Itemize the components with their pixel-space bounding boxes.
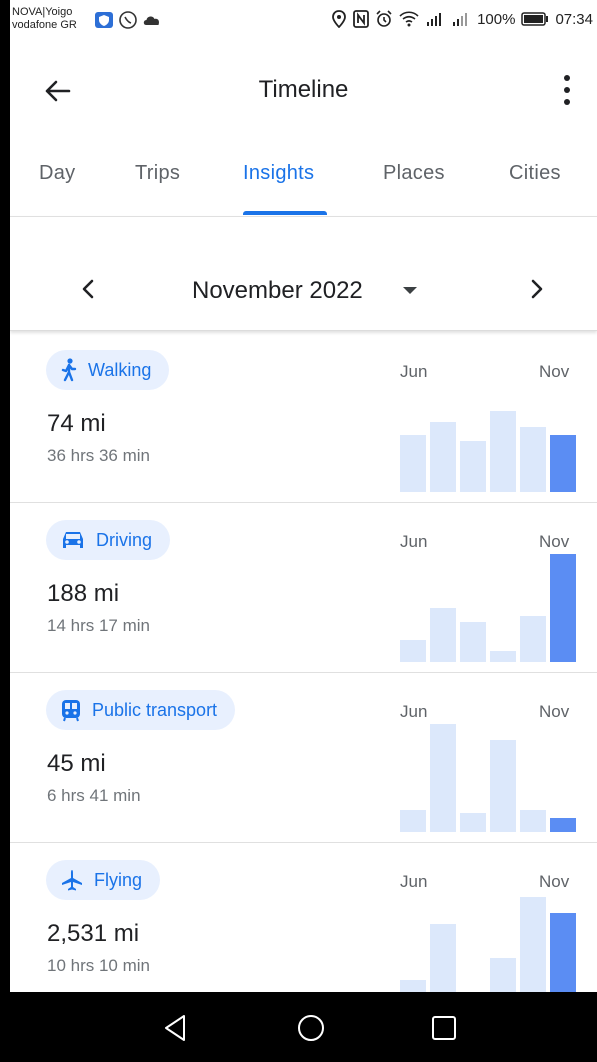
chart-end-label: Nov (539, 702, 570, 721)
month-label[interactable]: November 2022 (192, 277, 363, 305)
shield-icon (95, 12, 113, 28)
chart-bar-nov (550, 434, 576, 492)
recents-square-icon[interactable] (428, 1012, 460, 1044)
carrier-line-1: NOVA|Yoigo (12, 6, 73, 18)
cloud-icon (143, 16, 160, 25)
activity-card-walking[interactable]: Walking 74 mi 36 hrs 36 min Jun Nov (10, 332, 597, 503)
activity-duration: 6 hrs 41 min (47, 786, 141, 805)
tab-cities[interactable]: Cities (509, 162, 561, 185)
chart-bar-sep (490, 740, 516, 832)
chart-start-label: Jun (400, 872, 428, 891)
chart-bar-jun (400, 640, 426, 662)
phone-screen: NOVA|Yoigo vodafone GR 100% 07:34 Timeli… (10, 0, 597, 1062)
chart-bar-jul (430, 724, 456, 832)
signal-icon (427, 13, 442, 26)
chart-bar-oct (520, 810, 546, 832)
notification-icons (94, 10, 162, 30)
chart-bar-aug (460, 812, 486, 832)
nfc-icon (353, 10, 369, 28)
carrier-info: NOVA|Yoigo vodafone GR (12, 6, 77, 32)
chart-end-label: Nov (539, 362, 570, 381)
tab-places[interactable]: Places (383, 162, 445, 185)
chart-bar-jul (430, 924, 456, 1002)
chart-bar-jul (430, 608, 456, 662)
car-icon (63, 532, 83, 548)
airplane-icon (62, 870, 82, 891)
tab-bar: Day Trips Insights Places Cities (10, 142, 597, 217)
tab-day[interactable]: Day (39, 162, 75, 185)
activity-distance: 188 mi (47, 580, 120, 607)
activity-duration: 10 hrs 10 min (47, 956, 150, 975)
viber-icon (119, 11, 137, 29)
chart-bar-oct (520, 615, 546, 662)
monthly-bar-chart (400, 720, 576, 832)
walking-icon (61, 358, 77, 382)
activity-chip[interactable]: Walking (46, 350, 170, 390)
chart-bar-sep (490, 651, 516, 662)
app-bar: Timeline (10, 42, 597, 138)
month-selector: November 2022 (10, 216, 597, 331)
chart-bar-aug (460, 441, 486, 492)
more-vert-icon[interactable] (561, 72, 573, 108)
activity-distance: 2,531 mi (47, 920, 140, 947)
activity-card-public-transport[interactable]: Public transport 45 mi 6 hrs 41 min Jun … (10, 672, 597, 843)
bus-icon (62, 700, 80, 722)
battery-percent: 100% (477, 10, 516, 28)
carrier-line-2: vodafone GR (12, 19, 77, 31)
chart-start-label: Jun (400, 702, 428, 721)
activity-distance: 74 mi (47, 410, 106, 437)
chart-bar-nov (550, 913, 576, 1002)
chart-bar-nov (550, 554, 576, 662)
alarm-icon (376, 10, 392, 27)
activity-name: Flying (94, 869, 143, 890)
chart-end-label: Nov (539, 872, 570, 891)
chart-bar-sep (490, 411, 516, 492)
chart-bar-oct (520, 427, 546, 492)
chart-bar-nov (550, 817, 576, 832)
monthly-bar-chart (400, 890, 576, 1002)
chart-bar-jul (430, 421, 456, 492)
activity-chip[interactable]: Flying (46, 860, 161, 900)
activity-chip[interactable]: Public transport (46, 690, 236, 730)
chart-start-label: Jun (400, 362, 428, 381)
chevron-right-icon[interactable] (527, 278, 547, 300)
tab-insights[interactable]: Insights (243, 162, 314, 185)
activity-card-driving[interactable]: Driving 188 mi 14 hrs 17 min Jun Nov (10, 502, 597, 673)
system-status: 100% 07:34 (331, 10, 593, 28)
back-triangle-icon[interactable] (160, 1012, 192, 1044)
activity-duration: 14 hrs 17 min (47, 616, 150, 635)
status-bar: NOVA|Yoigo vodafone GR 100% 07:34 (10, 0, 597, 42)
chart-bar-oct (520, 897, 546, 1002)
activity-card-flying[interactable]: Flying 2,531 mi 10 hrs 10 min Jun Nov (10, 842, 597, 1013)
clock: 07:34 (555, 10, 593, 28)
arrow-drop-down-icon[interactable] (403, 287, 417, 294)
battery-icon (521, 12, 549, 26)
home-circle-icon[interactable] (295, 1012, 327, 1044)
activity-duration: 36 hrs 36 min (47, 446, 150, 465)
activity-name: Driving (96, 529, 153, 550)
activity-distance: 45 mi (47, 750, 106, 777)
chart-bar-jun (400, 810, 426, 832)
monthly-bar-chart (400, 550, 576, 662)
activity-name: Public transport (92, 699, 218, 720)
chart-bar-aug (460, 622, 486, 662)
active-tab-indicator (243, 211, 327, 215)
chart-bar-jun (400, 434, 426, 492)
signal-icon (453, 13, 468, 26)
system-nav-bar (10, 992, 597, 1062)
activity-chip[interactable]: Driving (46, 520, 171, 560)
page-title: Timeline (258, 76, 349, 103)
location-icon (332, 10, 346, 28)
chart-start-label: Jun (400, 532, 428, 551)
wifi-icon (399, 11, 419, 27)
activity-name: Walking (88, 359, 152, 380)
chevron-left-icon[interactable] (78, 278, 98, 300)
tab-trips[interactable]: Trips (135, 162, 180, 185)
monthly-bar-chart (400, 380, 576, 492)
chart-end-label: Nov (539, 532, 570, 551)
